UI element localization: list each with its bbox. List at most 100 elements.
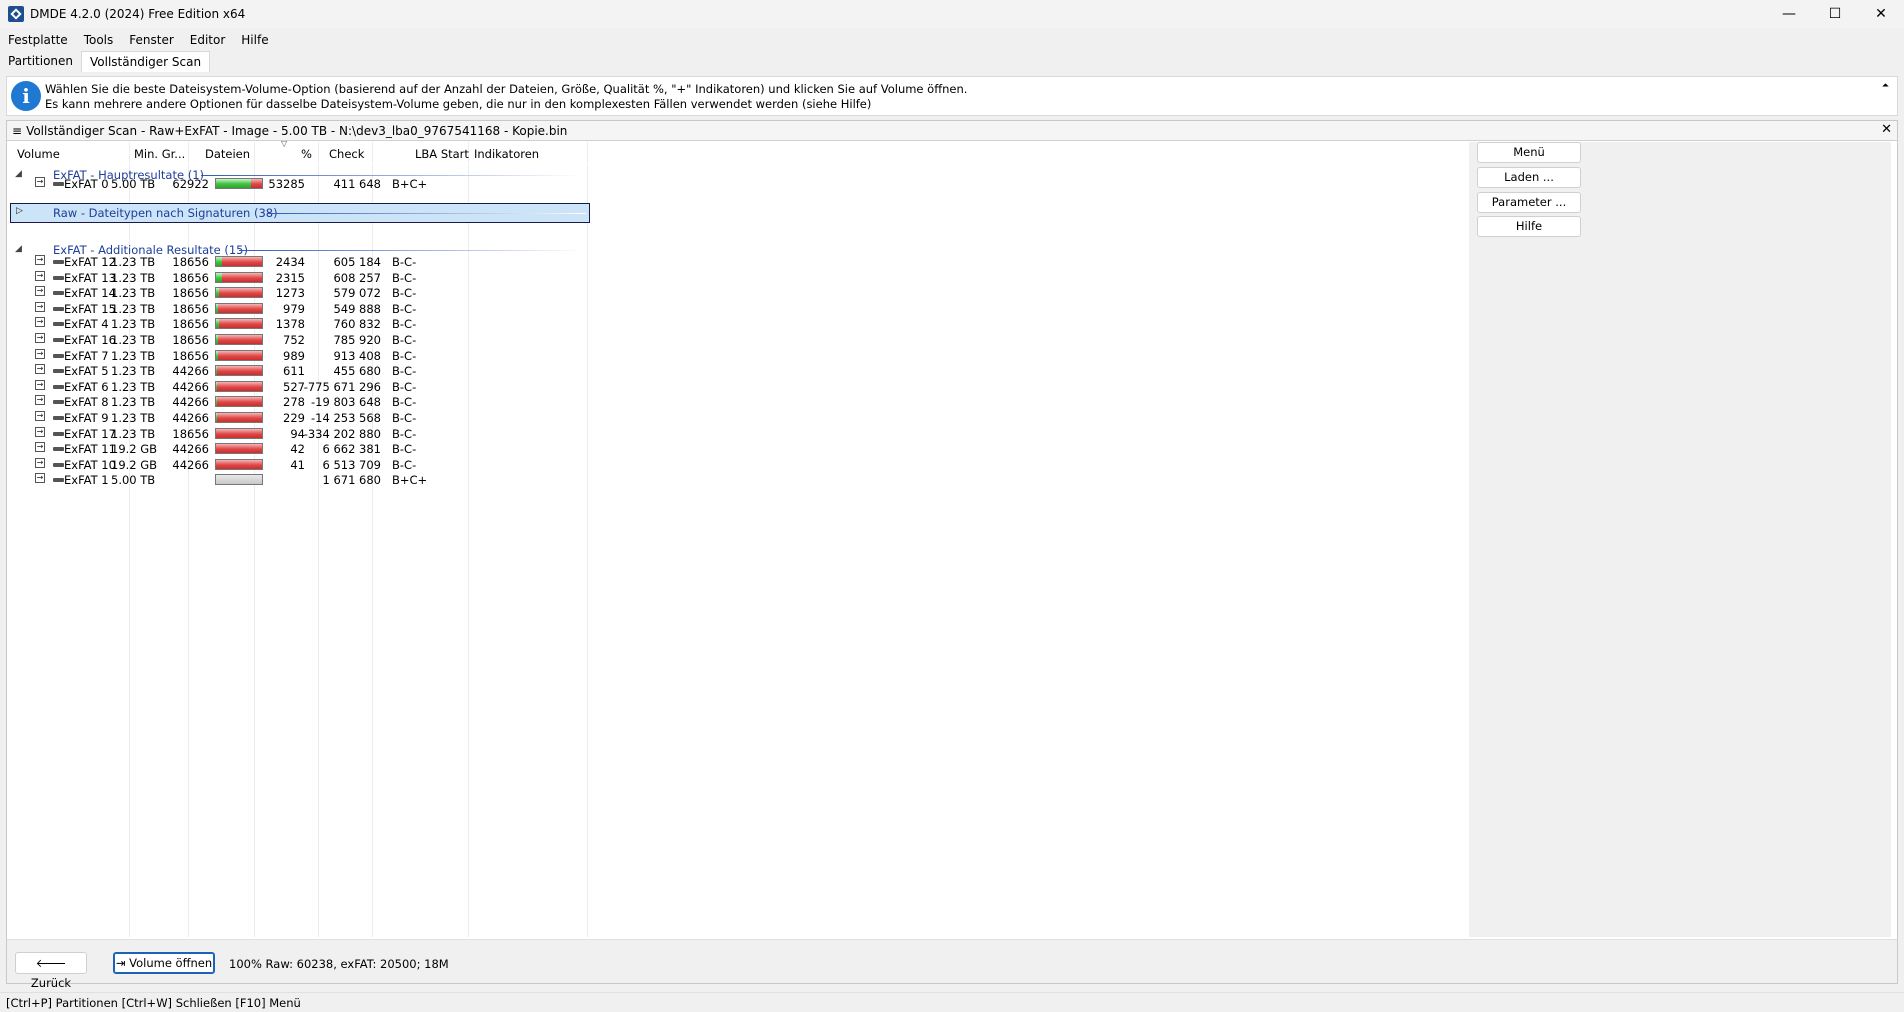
- cell-lba-start: 411 648: [333, 177, 381, 191]
- column-header-min-size[interactable]: Min. Gr...: [134, 147, 185, 161]
- row-open-icon[interactable]: →: [35, 333, 45, 343]
- quality-bar: [215, 458, 263, 470]
- column-header-indicators[interactable]: Indikatoren: [474, 147, 539, 161]
- cell-min-size: 5.00 TB: [111, 473, 156, 488]
- disk-icon: [53, 416, 64, 420]
- row-open-icon[interactable]: →: [35, 442, 45, 453]
- quality-bar: [215, 287, 263, 299]
- status-bar: [Ctrl+P] Partitionen [Ctrl+W] Schließen …: [0, 992, 1904, 1012]
- row-open-icon[interactable]: →: [35, 301, 45, 312]
- row-open-icon[interactable]: →: [35, 379, 45, 390]
- quality-bar: [215, 396, 263, 408]
- quality-bar-fill: [216, 303, 219, 313]
- open-volume-button[interactable]: ⇥ Volume öffnen: [113, 952, 215, 974]
- column-header-percent[interactable]: %: [301, 147, 312, 161]
- quality-bar: [215, 302, 263, 314]
- column-header-volume[interactable]: Volume: [17, 147, 60, 161]
- row-open-icon[interactable]: →: [35, 317, 45, 328]
- quality-bar-fill: [216, 335, 218, 344]
- results-table: Volume Min. Gr... Dateien ▽ % Check LBA …: [10, 139, 590, 937]
- maximize-button[interactable]: ☐: [1812, 0, 1858, 28]
- table-row[interactable]: → ExFAT 0 5.00 TB 62922 53285 411 648 B+C+: [11, 174, 588, 193]
- tab-partitionen[interactable]: Partitionen: [0, 51, 81, 72]
- disk-icon: [53, 291, 64, 296]
- group-raw-signatures[interactable]: ▷ Raw - Dateitypen nach Signaturen (38): [10, 203, 590, 223]
- back-button[interactable]: 🡐 Zurück: [15, 952, 87, 990]
- cell-indicators: B+C+: [392, 177, 428, 191]
- quality-bar-fill: [216, 366, 218, 376]
- disk-icon: [53, 322, 64, 327]
- info-icon: i: [11, 81, 41, 111]
- menu-button[interactable]: Menü: [1477, 142, 1581, 163]
- cell-volume: ExFAT 1: [64, 473, 109, 488]
- scan-status-text: 100% Raw: 60238, exFAT: 20500; 18M: [229, 957, 449, 971]
- row-open-icon[interactable]: →: [35, 395, 45, 406]
- disk-icon: [53, 353, 64, 358]
- quality-bar-fill: [216, 288, 220, 298]
- quality-bar: [215, 427, 263, 439]
- quality-bar-fill: [216, 272, 222, 282]
- disk-icon: [53, 275, 64, 280]
- quality-bar: [215, 178, 263, 189]
- disk-icon: [53, 338, 64, 342]
- minimize-icon: —: [1782, 6, 1796, 22]
- help-button[interactable]: Hilfe: [1477, 216, 1581, 237]
- minimize-button[interactable]: —: [1766, 0, 1812, 28]
- maximize-icon: ☐: [1828, 6, 1842, 22]
- quality-bar: [215, 474, 263, 486]
- cell-volume: ExFAT 0: [64, 177, 109, 191]
- row-open-icon[interactable]: →: [35, 270, 45, 281]
- parameter-button[interactable]: Parameter ...: [1477, 192, 1581, 213]
- scan-panel: ≡ Vollständiger Scan - Raw+ExFAT - Image…: [6, 120, 1898, 990]
- expand-icon[interactable]: ▷: [16, 206, 23, 216]
- row-open-icon[interactable]: →: [35, 255, 45, 265]
- row-open-icon[interactable]: →: [35, 348, 45, 359]
- row-open-icon[interactable]: →: [35, 364, 45, 375]
- hamburger-icon[interactable]: ≡: [12, 124, 22, 138]
- disk-icon: [53, 260, 64, 264]
- disk-icon: [53, 384, 64, 389]
- close-icon: ✕: [1875, 6, 1887, 22]
- panel-header: ≡ Vollständiger Scan - Raw+ExFAT - Image…: [7, 121, 1897, 141]
- row-open-icon[interactable]: →: [35, 286, 45, 297]
- quality-bar: [215, 443, 263, 455]
- quality-bar: [215, 365, 263, 377]
- quality-bar: [215, 256, 263, 267]
- column-header-lba-start[interactable]: LBA Start: [415, 147, 469, 161]
- window-title: DMDE 4.2.0 (2024) Free Edition x64: [30, 7, 246, 21]
- load-button[interactable]: Laden ...: [1477, 167, 1581, 188]
- disk-icon: [53, 400, 64, 405]
- menu-hilfe[interactable]: Hilfe: [233, 33, 276, 47]
- disk-icon: [53, 431, 64, 436]
- disk-icon: [53, 182, 64, 186]
- row-open-icon[interactable]: →: [35, 473, 45, 484]
- menu-editor[interactable]: Editor: [182, 33, 234, 47]
- quality-bar-fill: [216, 413, 217, 422]
- quality-bar: [215, 412, 263, 423]
- column-header-files[interactable]: Dateien: [205, 147, 250, 161]
- menu-festplatte[interactable]: Festplatte: [0, 33, 76, 47]
- quality-bar-fill: [216, 319, 220, 329]
- row-open-icon[interactable]: →: [35, 457, 45, 468]
- collapse-icon[interactable]: ⏶: [1882, 81, 1889, 91]
- tab-vollstaendiger-scan[interactable]: Vollständiger Scan: [81, 51, 211, 72]
- cell-files: 62922: [172, 177, 209, 191]
- cell-indicators: B+C+: [392, 473, 428, 488]
- quality-bar: [215, 380, 263, 392]
- close-window-button[interactable]: ✕: [1858, 0, 1904, 28]
- row-open-icon[interactable]: →: [35, 411, 45, 421]
- quality-bar-fill: [216, 397, 217, 407]
- panel-close-icon[interactable]: ✕: [1881, 122, 1892, 137]
- tab-bar: Partitionen Vollständiger Scan: [0, 51, 211, 72]
- menu-tools[interactable]: Tools: [76, 33, 122, 47]
- row-open-icon[interactable]: →: [35, 426, 45, 437]
- group-divider: [239, 250, 584, 251]
- disk-icon: [53, 462, 64, 467]
- menu-fenster[interactable]: Fenster: [121, 33, 182, 47]
- info-text-line1: Wählen Sie die beste Dateisystem-Volume-…: [45, 82, 968, 96]
- info-text-line2: Es kann mehrere andere Optionen für dass…: [45, 97, 872, 111]
- row-open-icon[interactable]: →: [35, 177, 45, 187]
- column-header-check[interactable]: Check: [329, 147, 364, 161]
- panel-title: Vollständiger Scan - Raw+ExFAT - Image -…: [26, 123, 568, 138]
- table-row[interactable]: → ExFAT 1 5.00 TB 1 671 680 B+C+: [11, 470, 588, 489]
